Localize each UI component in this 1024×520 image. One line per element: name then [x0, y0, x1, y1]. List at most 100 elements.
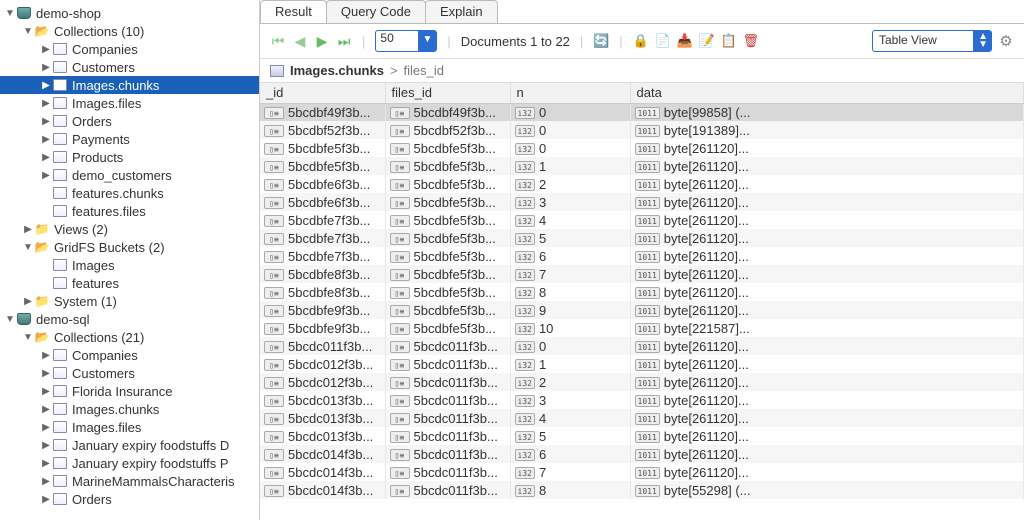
- table-cell[interactable]: 1011byte[261120]...: [630, 391, 1024, 409]
- table-cell[interactable]: ▯≡5bcdbf49f3b...: [260, 103, 385, 121]
- table-row[interactable]: ▯≡5bcdc014f3b...▯≡5bcdc011f3b...i3271011…: [260, 463, 1024, 481]
- tree-node[interactable]: ▼demo-sql: [0, 310, 259, 328]
- refresh-button[interactable]: [593, 33, 609, 49]
- table-cell[interactable]: ▯≡5bcdbfe5f3b...: [385, 319, 510, 337]
- table-row[interactable]: ▯≡5bcdbfe9f3b...▯≡5bcdbfe5f3b...i3210101…: [260, 319, 1024, 337]
- tree-node[interactable]: ▶demo_customers: [0, 166, 259, 184]
- table-cell[interactable]: ▯≡5bcdc011f3b...: [385, 373, 510, 391]
- tree-node[interactable]: ▶January expiry foodstuffs P: [0, 454, 259, 472]
- table-cell[interactable]: i320: [510, 337, 630, 355]
- table-cell[interactable]: 1011byte[261120]...: [630, 139, 1024, 157]
- disclosure-triangle-icon[interactable]: ▶: [40, 98, 52, 109]
- disclosure-triangle-icon[interactable]: ▼: [22, 242, 34, 253]
- table-cell[interactable]: 1011byte[261120]...: [630, 175, 1024, 193]
- tree-node[interactable]: features.files: [0, 202, 259, 220]
- table-cell[interactable]: ▯≡5bcdc011f3b...: [385, 481, 510, 499]
- table-cell[interactable]: ▯≡5bcdbfe7f3b...: [260, 211, 385, 229]
- next-page-button[interactable]: [314, 33, 330, 49]
- table-row[interactable]: ▯≡5bcdbfe8f3b...▯≡5bcdbfe5f3b...i3271011…: [260, 265, 1024, 283]
- last-page-button[interactable]: [336, 33, 352, 49]
- disclosure-triangle-icon[interactable]: ▶: [40, 170, 52, 181]
- result-grid[interactable]: _id files_id n data ▯≡5bcdbf49f3b...▯≡5b…: [260, 83, 1024, 520]
- settings-button[interactable]: [998, 33, 1014, 49]
- table-cell[interactable]: i322: [510, 373, 630, 391]
- table-cell[interactable]: ▯≡5bcdc014f3b...: [260, 481, 385, 499]
- table-row[interactable]: ▯≡5bcdc014f3b...▯≡5bcdc011f3b...i3261011…: [260, 445, 1024, 463]
- table-cell[interactable]: 1011byte[261120]...: [630, 193, 1024, 211]
- table-cell[interactable]: i323: [510, 391, 630, 409]
- table-cell[interactable]: ▯≡5bcdbfe9f3b...: [260, 319, 385, 337]
- table-cell[interactable]: ▯≡5bcdbfe8f3b...: [260, 265, 385, 283]
- table-row[interactable]: ▯≡5bcdbfe6f3b...▯≡5bcdbfe5f3b...i3231011…: [260, 193, 1024, 211]
- table-cell[interactable]: ▯≡5bcdbf52f3b...: [385, 121, 510, 139]
- page-size-select[interactable]: 50 ▼: [375, 30, 437, 52]
- delete-document-button[interactable]: [743, 33, 759, 49]
- table-cell[interactable]: 1011byte[261120]...: [630, 463, 1024, 481]
- table-cell[interactable]: i326: [510, 445, 630, 463]
- table-cell[interactable]: ▯≡5bcdbfe5f3b...: [385, 265, 510, 283]
- view-mode-select[interactable]: Table View ▲▼: [872, 30, 992, 52]
- table-cell[interactable]: ▯≡5bcdc011f3b...: [260, 337, 385, 355]
- tree-node[interactable]: ▼GridFS Buckets (2): [0, 238, 259, 256]
- table-cell[interactable]: 1011byte[261120]...: [630, 409, 1024, 427]
- table-cell[interactable]: ▯≡5bcdc012f3b...: [260, 355, 385, 373]
- tree-node[interactable]: ▶Images.chunks: [0, 76, 259, 94]
- table-cell[interactable]: ▯≡5bcdbfe9f3b...: [260, 301, 385, 319]
- table-cell[interactable]: i3210: [510, 319, 630, 337]
- table-cell[interactable]: ▯≡5bcdbfe7f3b...: [260, 247, 385, 265]
- table-cell[interactable]: ▯≡5bcdc013f3b...: [260, 427, 385, 445]
- first-page-button[interactable]: [270, 33, 286, 49]
- table-row[interactable]: ▯≡5bcdc013f3b...▯≡5bcdc011f3b...i3241011…: [260, 409, 1024, 427]
- table-cell[interactable]: i327: [510, 265, 630, 283]
- table-cell[interactable]: i322: [510, 175, 630, 193]
- tree-node[interactable]: ▶Images.chunks: [0, 400, 259, 418]
- add-document-button[interactable]: [655, 33, 671, 49]
- table-cell[interactable]: ▯≡5bcdc013f3b...: [260, 391, 385, 409]
- table-row[interactable]: ▯≡5bcdbfe7f3b...▯≡5bcdbfe5f3b...i3251011…: [260, 229, 1024, 247]
- table-row[interactable]: ▯≡5bcdc014f3b...▯≡5bcdc011f3b...i3281011…: [260, 481, 1024, 499]
- table-cell[interactable]: 1011byte[261120]...: [630, 247, 1024, 265]
- table-cell[interactable]: ▯≡5bcdc014f3b...: [260, 445, 385, 463]
- tree-node[interactable]: ▶Companies: [0, 346, 259, 364]
- tree-node[interactable]: ▶Products: [0, 148, 259, 166]
- table-row[interactable]: ▯≡5bcdc011f3b...▯≡5bcdc011f3b...i3201011…: [260, 337, 1024, 355]
- table-cell[interactable]: i325: [510, 427, 630, 445]
- column-header-n[interactable]: n: [510, 83, 630, 103]
- table-cell[interactable]: ▯≡5bcdbfe8f3b...: [260, 283, 385, 301]
- table-cell[interactable]: ▯≡5bcdbfe5f3b...: [385, 301, 510, 319]
- table-row[interactable]: ▯≡5bcdc013f3b...▯≡5bcdc011f3b...i3251011…: [260, 427, 1024, 445]
- table-cell[interactable]: ▯≡5bcdc011f3b...: [385, 355, 510, 373]
- table-cell[interactable]: i323: [510, 193, 630, 211]
- disclosure-triangle-icon[interactable]: ▶: [40, 476, 52, 487]
- tree-node[interactable]: ▶MarineMammalsCharacteris: [0, 472, 259, 490]
- table-cell[interactable]: ▯≡5bcdc011f3b...: [385, 409, 510, 427]
- table-cell[interactable]: i328: [510, 481, 630, 499]
- tree-node[interactable]: ▶Customers: [0, 364, 259, 382]
- tree-node[interactable]: Images: [0, 256, 259, 274]
- table-cell[interactable]: ▯≡5bcdbfe5f3b...: [385, 229, 510, 247]
- table-cell[interactable]: i329: [510, 301, 630, 319]
- column-header-files-id[interactable]: files_id: [385, 83, 510, 103]
- copy-document-button[interactable]: [721, 33, 737, 49]
- disclosure-triangle-icon[interactable]: ▶: [40, 80, 52, 91]
- tree-node[interactable]: ▼Collections (10): [0, 22, 259, 40]
- table-cell[interactable]: i328: [510, 283, 630, 301]
- tree-node[interactable]: ▶Images.files: [0, 418, 259, 436]
- breadcrumb-collection[interactable]: Images.chunks: [290, 63, 384, 78]
- import-document-button[interactable]: [677, 33, 693, 49]
- tree-node[interactable]: ▼demo-shop: [0, 4, 259, 22]
- table-row[interactable]: ▯≡5bcdc013f3b...▯≡5bcdc011f3b...i3231011…: [260, 391, 1024, 409]
- table-row[interactable]: ▯≡5bcdc012f3b...▯≡5bcdc011f3b...i3221011…: [260, 373, 1024, 391]
- tab-result[interactable]: Result: [260, 0, 327, 23]
- disclosure-triangle-icon[interactable]: ▼: [22, 332, 34, 343]
- disclosure-triangle-icon[interactable]: ▶: [22, 224, 34, 235]
- table-row[interactable]: ▯≡5bcdbf49f3b...▯≡5bcdbf49f3b...i3201011…: [260, 103, 1024, 121]
- prev-page-button[interactable]: [292, 33, 308, 49]
- table-cell[interactable]: ▯≡5bcdc011f3b...: [385, 445, 510, 463]
- table-cell[interactable]: ▯≡5bcdbfe5f3b...: [260, 157, 385, 175]
- table-cell[interactable]: ▯≡5bcdbfe6f3b...: [260, 175, 385, 193]
- table-cell[interactable]: 1011byte[261120]...: [630, 229, 1024, 247]
- table-cell[interactable]: 1011byte[221587]...: [630, 319, 1024, 337]
- table-cell[interactable]: 1011byte[261120]...: [630, 283, 1024, 301]
- table-cell[interactable]: 1011byte[191389]...: [630, 121, 1024, 139]
